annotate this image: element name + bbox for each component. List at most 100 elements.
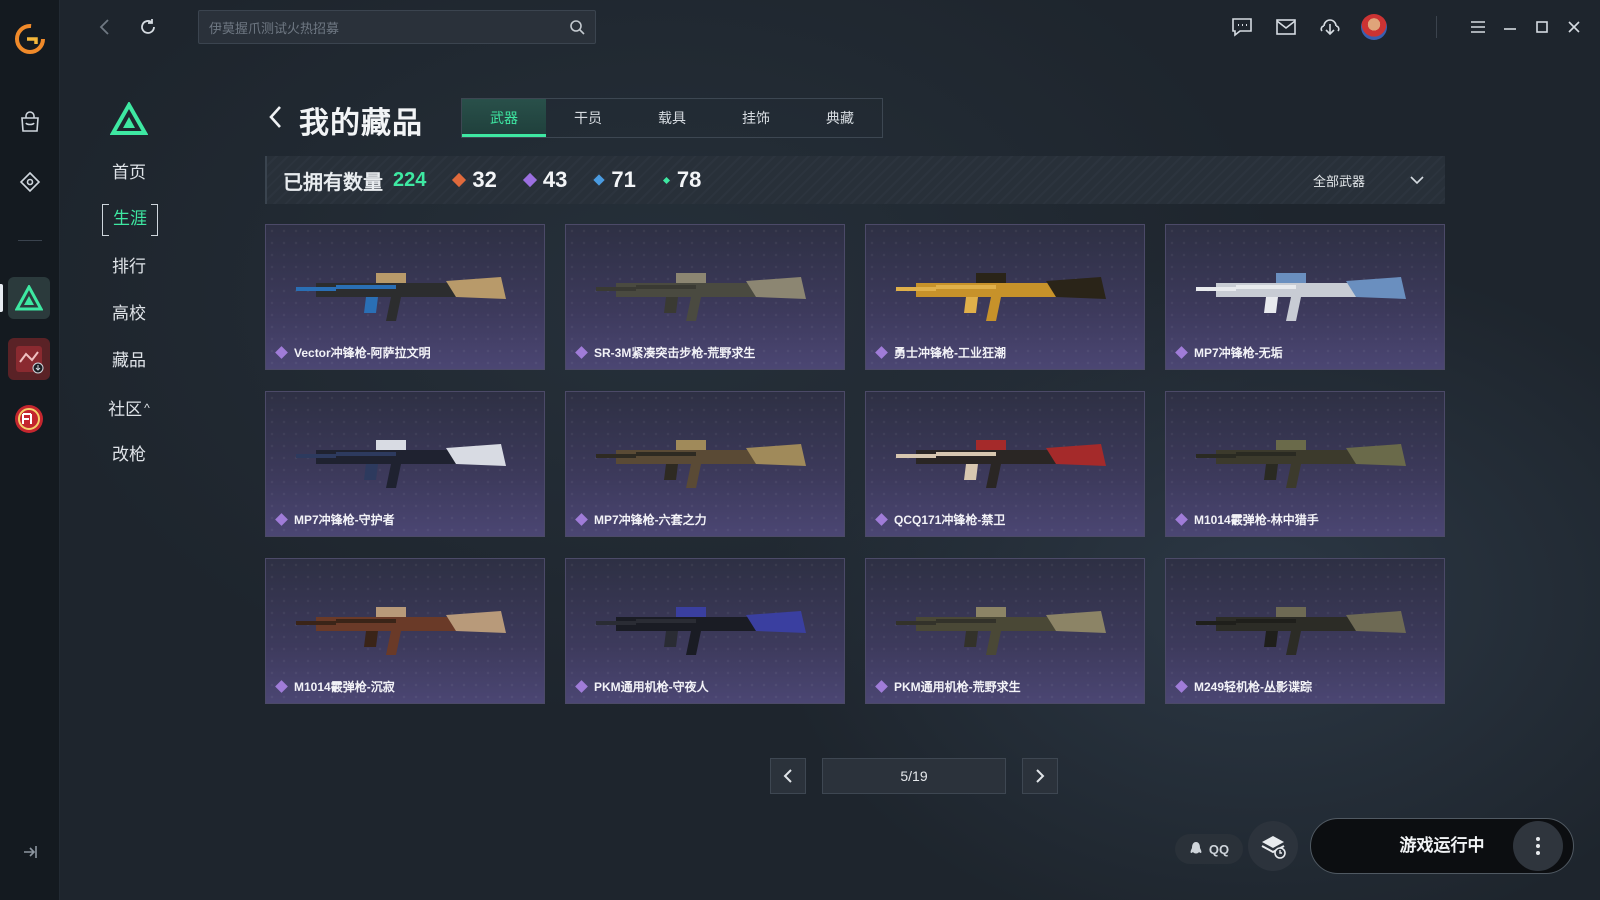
nav-item-community-label: 社区 bbox=[108, 400, 143, 419]
blue-diamond-icon bbox=[593, 174, 606, 186]
collapse-sidebar-icon[interactable] bbox=[14, 836, 46, 868]
rail-divider bbox=[18, 240, 42, 241]
minimize-icon[interactable] bbox=[1496, 13, 1524, 41]
weapon-card[interactable]: MP7冲锋枪-守护者 bbox=[265, 391, 545, 537]
weapon-card[interactable]: M1014霰弹枪-林中猎手 bbox=[1165, 391, 1445, 537]
app-rail bbox=[0, 0, 60, 900]
qq-label: QQ bbox=[1208, 841, 1230, 857]
close-icon[interactable] bbox=[1560, 13, 1588, 41]
weapon-image bbox=[296, 607, 506, 655]
weapon-card[interactable]: Vector冲锋枪-阿萨拉文明 bbox=[265, 224, 545, 370]
app-logo-icon[interactable] bbox=[13, 22, 47, 56]
nav-item-career[interactable]: 生涯 bbox=[102, 204, 158, 236]
chat-icon[interactable] bbox=[1228, 13, 1256, 41]
rarity-stat-blue: 71 bbox=[593, 167, 636, 193]
weapon-card[interactable]: PKM通用机枪-守夜人 bbox=[565, 558, 845, 704]
crossfire-game-icon[interactable] bbox=[8, 398, 50, 440]
weapon-image bbox=[896, 273, 1106, 321]
purple-diamond-icon bbox=[875, 346, 888, 359]
nav-item-collection[interactable]: 藏品 bbox=[100, 346, 158, 376]
refresh-icon[interactable] bbox=[134, 13, 162, 41]
weapon-filter-dropdown[interactable]: 全部武器 bbox=[1313, 156, 1425, 204]
filter-selected-value: 全部武器 bbox=[1312, 173, 1365, 189]
weapon-image bbox=[296, 440, 506, 488]
title-row: 我的藏品 武器 干员 载具 挂饰 典藏 bbox=[265, 96, 1445, 140]
delta-force-logo-icon bbox=[109, 100, 149, 136]
weapon-image bbox=[1196, 273, 1406, 321]
nav-item-gunsmith[interactable]: 改枪 bbox=[100, 440, 158, 470]
chevron-left-icon bbox=[783, 769, 792, 783]
nav-item-home[interactable]: 首页 bbox=[100, 158, 158, 188]
next-page-button[interactable] bbox=[1022, 758, 1058, 794]
weapon-name: PKM通用机枪-荒野求生 bbox=[894, 680, 1021, 694]
chevron-down-icon bbox=[1410, 176, 1424, 185]
search-box[interactable]: 伊莫握爪测试火热招募 bbox=[198, 10, 596, 44]
nav-item-community[interactable]: 社区 ^ bbox=[100, 393, 158, 423]
weapon-image bbox=[896, 440, 1106, 488]
purple-diamond-icon bbox=[275, 513, 288, 526]
back-nav-icon[interactable] bbox=[91, 13, 119, 41]
tab-charms[interactable]: 挂饰 bbox=[714, 99, 798, 137]
purple-diamond-icon bbox=[1175, 346, 1188, 359]
mail-icon[interactable] bbox=[1272, 13, 1300, 41]
download-icon[interactable] bbox=[1316, 13, 1344, 41]
tab-operators[interactable]: 干员 bbox=[546, 99, 630, 137]
rarity-count: 71 bbox=[611, 167, 636, 192]
menu-icon[interactable] bbox=[1464, 13, 1492, 41]
weapon-name: PKM通用机枪-守夜人 bbox=[594, 680, 709, 694]
weapon-card[interactable]: MP7冲锋枪-六套之力 bbox=[565, 391, 845, 537]
purple-diamond-icon bbox=[1175, 680, 1188, 693]
tab-vehicles[interactable]: 载具 bbox=[630, 99, 714, 137]
weapon-card[interactable]: MP7冲锋枪-无垢 bbox=[1165, 224, 1445, 370]
weapon-name: 勇士冲锋枪-工业狂潮 bbox=[894, 346, 1006, 360]
weapon-image bbox=[596, 440, 806, 488]
delta-force-game-icon[interactable] bbox=[8, 277, 50, 319]
nav-item-ranking[interactable]: 排行 bbox=[100, 252, 158, 282]
maximize-icon[interactable] bbox=[1528, 13, 1556, 41]
rarity-count: 32 bbox=[472, 167, 497, 192]
search-input[interactable]: 伊莫握爪测试火热招募 bbox=[209, 18, 569, 37]
weapon-card[interactable]: M249轻机枪-丛影谍踪 bbox=[1165, 558, 1445, 704]
weapon-name: M1014霰弹枪-沉寂 bbox=[294, 680, 395, 694]
more-options-button[interactable] bbox=[1513, 821, 1563, 871]
purple-diamond-icon bbox=[575, 346, 588, 359]
tab-archive[interactable]: 典藏 bbox=[798, 99, 882, 137]
qq-penguin-icon bbox=[1190, 842, 1202, 854]
weapon-card[interactable]: M1014霰弹枪-沉寂 bbox=[265, 558, 545, 704]
weapon-image bbox=[596, 607, 806, 655]
search-icon[interactable] bbox=[569, 19, 585, 35]
user-avatar[interactable] bbox=[1360, 13, 1388, 41]
weapon-image bbox=[296, 273, 506, 321]
gamepad-tag-icon[interactable] bbox=[14, 166, 46, 198]
page-indicator: 5/19 bbox=[822, 758, 1006, 794]
weapon-image bbox=[1196, 440, 1406, 488]
purple-diamond-icon bbox=[1175, 513, 1188, 526]
weapon-card[interactable]: 勇士冲锋枪-工业狂潮 bbox=[865, 224, 1145, 370]
weapon-image bbox=[896, 607, 1106, 655]
tab-weapons[interactable]: 武器 bbox=[462, 99, 546, 137]
weapon-name: Vector冲锋枪-阿萨拉文明 bbox=[294, 346, 431, 360]
store-bag-icon[interactable] bbox=[14, 106, 46, 138]
weapon-name: MP7冲锋枪-六套之力 bbox=[594, 513, 707, 527]
nav-item-college[interactable]: 高校 bbox=[100, 299, 158, 329]
category-tabs: 武器 干员 载具 挂饰 典藏 bbox=[461, 98, 883, 138]
more-vertical-icon bbox=[1536, 837, 1540, 855]
chevron-up-icon: ^ bbox=[144, 401, 150, 415]
game-tile-download-icon[interactable] bbox=[8, 338, 50, 380]
prev-page-button[interactable] bbox=[770, 758, 806, 794]
weapon-card[interactable]: SR-3M紧凑突击步枪-荒野求生 bbox=[565, 224, 845, 370]
weapon-image bbox=[596, 273, 806, 321]
owned-count-value: 224 bbox=[393, 168, 427, 191]
top-bar: 伊莫握爪测试火热招募 bbox=[60, 0, 1600, 54]
rarity-stat-orange: 32 bbox=[452, 167, 497, 193]
rarity-count: 43 bbox=[542, 167, 568, 192]
accelerator-button[interactable] bbox=[1248, 821, 1298, 871]
owned-stats-bar: 已拥有数量 224 32 43 71 78 全部武器 bbox=[265, 156, 1445, 204]
weapon-card[interactable]: PKM通用机枪-荒野求生 bbox=[865, 558, 1145, 704]
back-arrow-icon[interactable] bbox=[265, 102, 289, 132]
orange-diamond-icon bbox=[452, 172, 467, 188]
weapon-card[interactable]: QCQ171冲锋枪-禁卫 bbox=[865, 391, 1145, 537]
topbar-divider bbox=[1436, 16, 1437, 38]
qq-launch-chip[interactable]: QQ bbox=[1175, 834, 1243, 864]
weapon-name: M249轻机枪-丛影谍踪 bbox=[1194, 680, 1313, 694]
